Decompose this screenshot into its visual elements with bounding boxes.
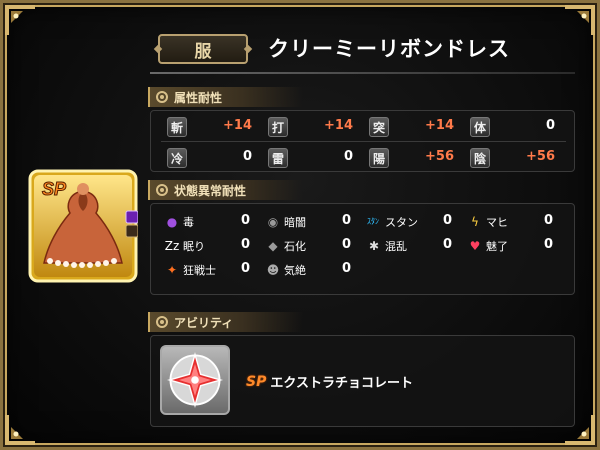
status-cell: ϟ マヒ 0 [464, 210, 565, 234]
status-value: 0 [240, 237, 250, 252]
section-label: 属性耐性 [174, 90, 223, 105]
attribute-value: 0 [343, 149, 353, 164]
attribute-cell: 体0 [464, 115, 565, 139]
section-label: アビリティ [174, 315, 234, 330]
attribute-value: 0 [242, 149, 252, 164]
sp-rank-badge: SP [42, 179, 67, 199]
status-value: 0 [341, 237, 351, 252]
status-label: 眠り [183, 240, 205, 253]
attribute-cell: 突 +14 [363, 115, 464, 139]
faint-icon: ☻ [266, 263, 280, 277]
status-label: 混乱 [385, 240, 407, 253]
attribute-value: +56 [425, 149, 454, 164]
attribute-value: 0 [545, 118, 555, 133]
berserk-icon: ✦ [166, 263, 178, 277]
section-bullet-icon [156, 91, 168, 103]
status-value: 0 [341, 213, 351, 228]
attribute-type-icon: 打 [268, 117, 288, 137]
section-header-status: 状態異常耐性 [148, 180, 303, 200]
status-cell: Zz 眠り 0 [161, 234, 262, 258]
attribute-cell: 陽 +56 [363, 146, 464, 170]
section-bullet-icon [156, 316, 168, 328]
attribute-cell: 斬 +14 [161, 115, 262, 139]
status-label: マヒ [486, 216, 508, 229]
attribute-value: +14 [324, 118, 353, 133]
corner-ornament-icon [3, 413, 37, 447]
status-row: ● 毒 0 ◉ 暗闇 0 ｽﾀﾝ スタン 0 ϟ マヒ 0 [161, 210, 566, 234]
status-value: 0 [543, 237, 553, 252]
ability-name-row[interactable]: SP エクストラチョコレート [246, 372, 413, 392]
attribute-row: 斬 +14 打 +14 突 +14 体 0 [161, 115, 566, 139]
attribute-cell: 打 +14 [262, 115, 363, 139]
attribute-cell: 陰 +56 [464, 146, 565, 170]
ability-name: エクストラチョコレート [270, 376, 413, 391]
attribute-row: 冷 0 雷 0 陽 +56 陰 +56 [161, 146, 566, 170]
status-value: 0 [543, 213, 553, 228]
petrify-icon: ◆ [268, 239, 278, 253]
section-bullet-icon [156, 184, 168, 196]
status-cell: ｽﾀﾝ スタン 0 [363, 210, 464, 234]
charm-icon: ♥ [469, 239, 481, 253]
status-label: 暗闇 [284, 216, 306, 229]
sleep-icon: Zz [164, 239, 180, 253]
status-value: 0 [442, 213, 452, 228]
section-header-ability: アビリティ [148, 312, 303, 332]
header-divider [150, 72, 575, 74]
darkness-icon: ◉ [267, 215, 279, 229]
attribute-cell: 雷0 [262, 146, 363, 170]
status-row: ✦ 狂戦士 0 ☻ 気絶 0 [161, 258, 566, 282]
attribute-type-icon: 冷 [167, 148, 187, 168]
status-row: Zz 眠り 0 ◆ 石化 0 ✱ 混乱 0 ♥ 魅了 0 [161, 234, 566, 258]
item-title: クリーミーリボンドレス [268, 37, 510, 61]
attribute-type-icon: 体 [470, 117, 490, 137]
item-icon[interactable]: SP [28, 163, 139, 283]
status-cell: ☻ 気絶 0 [262, 258, 363, 282]
status-cell: ◆ 石化 0 [262, 234, 363, 258]
status-value: 0 [341, 261, 351, 276]
status-value: 0 [442, 237, 452, 252]
status-label: 魅了 [486, 240, 508, 253]
attribute-value: +56 [526, 149, 555, 164]
status-label: 石化 [284, 240, 306, 253]
status-label: 狂戦士 [183, 264, 216, 277]
status-cell: ♥ 魅了 0 [464, 234, 565, 258]
poison-icon: ● [166, 215, 178, 229]
sp-ability-badge: SP [246, 373, 267, 390]
attribute-cell: 冷0 [161, 146, 262, 170]
category-label: 服 [194, 41, 212, 62]
status-cell: ✦ 狂戦士 0 [161, 258, 262, 282]
status-value: 0 [240, 213, 250, 228]
ability-icon[interactable] [160, 345, 230, 415]
stun-icon: ｽﾀﾝ [367, 217, 379, 226]
category-tag: 服 [158, 34, 248, 64]
corner-ornament-icon [3, 3, 37, 37]
section-label: 状態異常耐性 [174, 183, 247, 198]
status-cell: ◉ 暗闇 0 [262, 210, 363, 234]
attribute-value: +14 [425, 118, 454, 133]
attribute-value: +14 [223, 118, 252, 133]
status-cell: ✱ 混乱 0 [363, 234, 464, 258]
attribute-type-icon: 雷 [268, 148, 288, 168]
section-header-attribute: 属性耐性 [148, 87, 303, 107]
attribute-type-icon: 突 [369, 117, 389, 137]
paralysis-icon: ϟ [471, 215, 479, 229]
status-label: 気絶 [284, 264, 306, 277]
confusion-icon: ✱ [368, 239, 380, 253]
row-divider [161, 141, 566, 142]
status-cell: ● 毒 0 [161, 210, 262, 234]
attribute-resistance-panel: 斬 +14 打 +14 突 +14 体 0 冷 0 雷 0 陽 +56 陰 +56 [150, 110, 575, 172]
status-label: スタン [385, 216, 418, 229]
status-label: 毒 [183, 216, 194, 229]
status-value: 0 [240, 261, 250, 276]
status-resistance-panel: ● 毒 0 ◉ 暗闇 0 ｽﾀﾝ スタン 0 ϟ マヒ 0 Zz 眠り 0 ◆ 石化 0 ✱ 混乱 0 ♥ 魅了 0 ✦ 狂戦士 0… [150, 203, 575, 295]
attribute-type-icon: 斬 [167, 117, 187, 137]
attribute-type-icon: 陰 [470, 148, 490, 168]
attribute-type-icon: 陽 [369, 148, 389, 168]
corner-ornament-icon [563, 3, 597, 37]
